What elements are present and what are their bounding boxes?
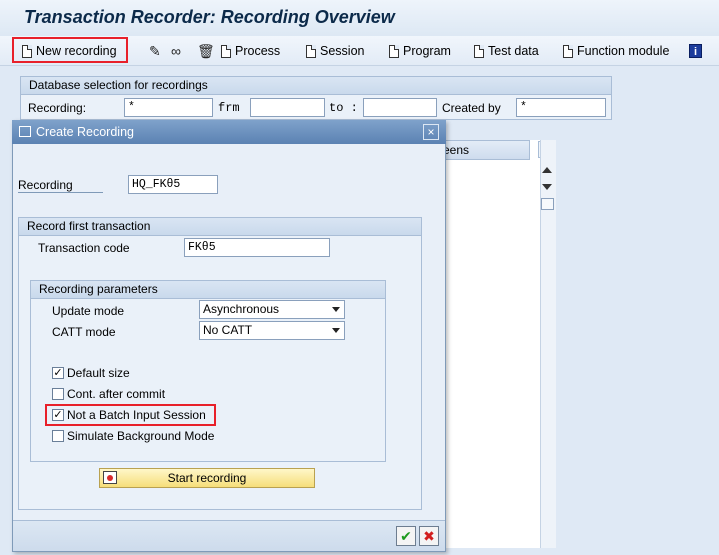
process-icon bbox=[221, 44, 231, 58]
highlight-new-recording bbox=[12, 37, 128, 63]
scroll-down-icon[interactable] bbox=[542, 184, 552, 190]
transaction-code-input[interactable]: FKθ5 bbox=[184, 238, 330, 257]
grid-column-header[interactable]: eens bbox=[432, 140, 530, 160]
first-transaction-title: Record first transaction bbox=[19, 218, 421, 236]
info-icon: i bbox=[689, 44, 702, 58]
function-module-label: Function module bbox=[577, 44, 670, 58]
page-title: Transaction Recorder: Recording Overview bbox=[24, 7, 395, 27]
test-data-label: Test data bbox=[488, 44, 539, 58]
document-icon bbox=[306, 44, 316, 58]
catt-mode-select[interactable]: No CATT bbox=[199, 321, 345, 340]
highlight-not-batch-input bbox=[45, 404, 216, 426]
label-underline bbox=[18, 192, 103, 193]
start-recording-button[interactable]: Start recording bbox=[99, 468, 315, 488]
created-by-input[interactable]: * bbox=[516, 98, 606, 117]
function-module-button[interactable]: Function module bbox=[563, 41, 669, 61]
test-data-button[interactable]: Test data bbox=[474, 41, 539, 61]
catt-mode-label: CATT mode bbox=[52, 325, 116, 339]
trash-icon: 🗑 bbox=[197, 43, 215, 59]
scroll-thumb[interactable] bbox=[541, 198, 554, 210]
cont-after-commit-label: Cont. after commit bbox=[67, 387, 166, 401]
program-button[interactable]: Program bbox=[389, 41, 451, 61]
recording-parameters-title: Recording parameters bbox=[31, 281, 385, 299]
dialog-footer bbox=[13, 520, 445, 551]
session-button[interactable]: Session bbox=[306, 41, 364, 61]
display-button[interactable]: ∞ bbox=[171, 41, 181, 61]
start-recording-icon bbox=[103, 471, 117, 484]
cancel-button[interactable]: ✖ bbox=[419, 526, 439, 546]
edit-icon bbox=[19, 126, 31, 137]
record-dot bbox=[107, 475, 113, 481]
info-button[interactable]: i bbox=[689, 41, 702, 61]
chevron-down-icon bbox=[332, 307, 340, 312]
process-button[interactable]: Process bbox=[221, 41, 280, 61]
simulate-background-checkbox[interactable] bbox=[52, 430, 64, 442]
recordings-grid bbox=[432, 140, 556, 548]
dialog-recording-label: Recording bbox=[18, 178, 73, 192]
document-icon bbox=[563, 44, 573, 58]
default-size-label: Default size bbox=[67, 366, 130, 380]
catt-mode-value: No CATT bbox=[203, 323, 253, 337]
to-date-input[interactable] bbox=[363, 98, 437, 117]
document-icon bbox=[389, 44, 399, 58]
delete-button[interactable]: 🗑 bbox=[197, 41, 215, 61]
document-icon bbox=[474, 44, 484, 58]
dialog-title: Create Recording bbox=[12, 120, 446, 144]
session-label: Session bbox=[320, 44, 365, 58]
update-mode-label: Update mode bbox=[52, 304, 125, 318]
simulate-background-label: Simulate Background Mode bbox=[67, 429, 215, 443]
recording-from-input[interactable]: * bbox=[124, 98, 213, 117]
confirm-button[interactable]: ✔ bbox=[396, 526, 416, 546]
update-mode-select[interactable]: Asynchronous bbox=[199, 300, 345, 319]
glasses-icon: ∞ bbox=[171, 43, 181, 59]
pencil-icon: ✎ bbox=[149, 43, 161, 59]
recording-label: Recording: bbox=[28, 101, 87, 115]
default-size-checkbox[interactable]: ✓ bbox=[52, 367, 64, 379]
update-mode-value: Asynchronous bbox=[203, 302, 280, 316]
recording-name-input[interactable]: HQ_FKθ5 bbox=[128, 175, 218, 194]
change-button[interactable]: ✎ bbox=[149, 41, 161, 61]
transaction-code-label: Transaction code bbox=[38, 241, 130, 255]
process-label: Process bbox=[235, 44, 281, 58]
selection-panel-title: Database selection for recordings bbox=[21, 77, 611, 95]
cont-after-commit-checkbox[interactable] bbox=[52, 388, 64, 400]
to-label: to : bbox=[329, 101, 358, 115]
created-by-label: Created by bbox=[442, 101, 501, 115]
chevron-down-icon bbox=[332, 328, 340, 333]
program-label: Program bbox=[403, 44, 451, 58]
scroll-up-icon[interactable] bbox=[542, 167, 552, 173]
from-label: frm bbox=[218, 101, 240, 115]
close-icon[interactable]: × bbox=[423, 124, 439, 140]
from-date-input[interactable] bbox=[250, 98, 325, 117]
